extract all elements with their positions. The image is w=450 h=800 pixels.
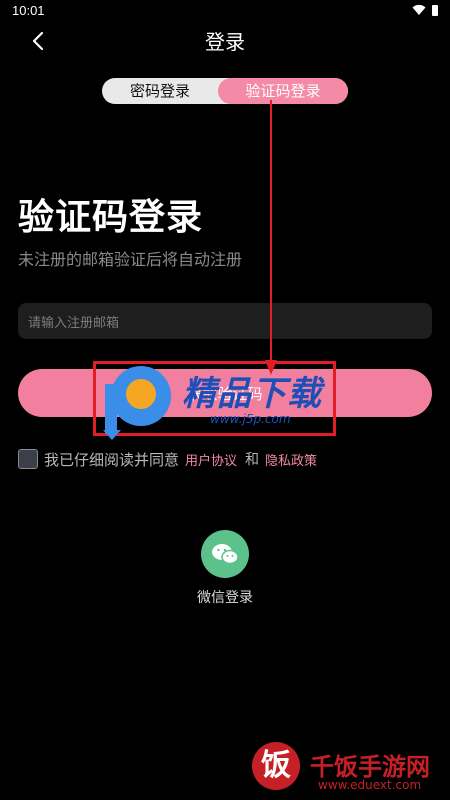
- privacy-policy-link[interactable]: 隐私政策: [265, 450, 317, 469]
- status-time: 10:01: [12, 3, 45, 18]
- site-logo-icon: 饭: [252, 742, 300, 790]
- watermark-text: 精品下载: [182, 374, 322, 414]
- wechat-login-button[interactable]: [201, 530, 249, 578]
- tab-code-login[interactable]: 验证码登录: [218, 78, 348, 104]
- agreement-and: 和: [245, 452, 260, 468]
- nav-bar: 登录: [0, 22, 450, 60]
- email-placeholder: 请输入注册邮箱: [28, 315, 120, 331]
- tab-password-login[interactable]: 密码登录: [102, 78, 218, 104]
- page-subtitle: 未注册的邮箱验证后将自动注册: [18, 250, 243, 269]
- user-agreement-link[interactable]: 用户协议: [185, 450, 237, 469]
- status-bar: 10:01: [0, 0, 450, 22]
- wechat-icon: [212, 544, 239, 565]
- login-mode-tabs: 密码登录 验证码登录: [102, 78, 348, 104]
- page-heading: 验证码登录: [18, 197, 204, 238]
- site-watermark-url: www.eduext.com: [318, 778, 422, 792]
- agreement-checkbox[interactable]: [18, 449, 38, 469]
- watermark-logo: [103, 366, 171, 440]
- email-field[interactable]: 请输入注册邮箱: [18, 303, 432, 339]
- battery-icon: [432, 4, 438, 16]
- agreement-row: 我已仔细阅读并同意 用户协议 和 隐私政策: [18, 448, 317, 470]
- agreement-text: 我已仔细阅读并同意: [44, 450, 180, 469]
- status-icons: [412, 4, 438, 16]
- wifi-icon: [412, 4, 426, 15]
- page-title: 登录: [205, 30, 245, 54]
- watermark-url: www.j5p.com: [210, 412, 291, 426]
- site-watermark-name: 千饭手游网: [310, 753, 430, 781]
- wechat-login-label: 微信登录: [197, 590, 253, 606]
